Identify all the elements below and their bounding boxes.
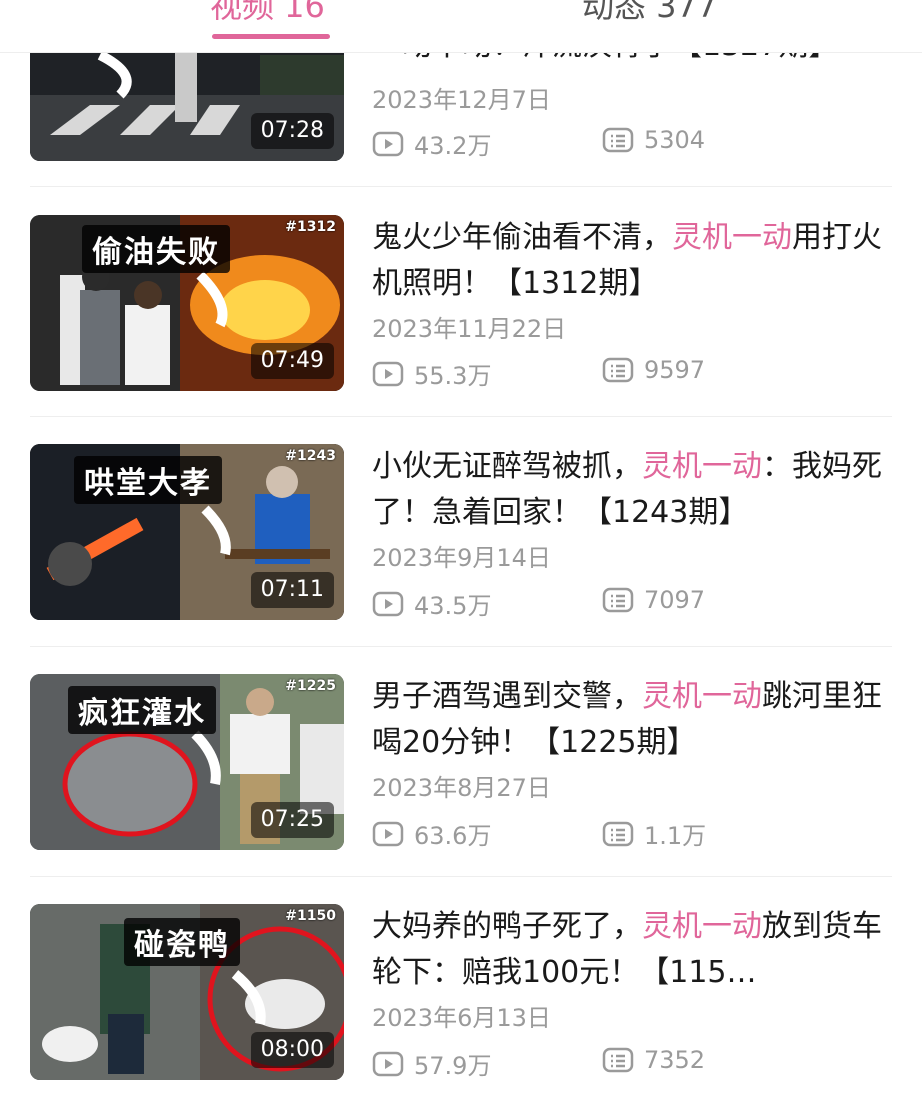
play-icon: [372, 131, 404, 156]
play-count: 55.3万: [372, 356, 491, 391]
play-count-value: 43.2万: [414, 132, 492, 160]
video-item[interactable]: 疯狂灌水 #1225 07:25 男子酒驾遇到交警，灵机一动跳河里狂喝20分钟！…: [0, 674, 922, 850]
play-icon: [372, 1051, 404, 1076]
comment-count-value: 7097: [644, 586, 706, 614]
title-text: 男子酒驾遇到交警，: [372, 679, 642, 714]
play-count: 43.2万: [372, 126, 491, 161]
play-icon: [372, 591, 404, 616]
play-icon: [372, 361, 404, 386]
video-list: 07:28 一动不动！汗流浃背了【1327期】 2023年12月7日 43.2万: [0, 0, 922, 1096]
comment-count-value: 5304: [644, 126, 706, 154]
play-count: 57.9万: [372, 1046, 491, 1081]
divider: [30, 646, 892, 647]
episode-tag: #1243: [285, 448, 336, 464]
divider: [30, 186, 892, 187]
title-keyword-highlight: 灵机一动: [642, 909, 762, 944]
thumbnail-caption: 疯狂灌水: [68, 686, 216, 734]
danmaku-icon: [602, 587, 634, 613]
divider: [30, 876, 892, 877]
video-title[interactable]: 大妈养的鸭子死了，灵机一动放到货车轮下：赔我100元！【115…: [372, 904, 884, 996]
comment-count: 9597: [602, 356, 705, 384]
video-date: 2023年6月13日: [372, 1004, 551, 1032]
comment-count: 5304: [602, 126, 705, 154]
danmaku-icon: [602, 357, 634, 383]
thumbnail-caption: 偷油失败: [82, 225, 230, 273]
thumbnail-caption: 碰瓷鸭: [124, 918, 240, 966]
video-title[interactable]: 鬼火少年偷油看不清，灵机一动用打火机照明！【1312期】: [372, 215, 884, 307]
comment-count: 7097: [602, 586, 705, 614]
divider: [30, 416, 892, 417]
danmaku-icon: [602, 1047, 634, 1073]
title-text: 鬼火少年偷油看不清，: [372, 220, 672, 255]
comment-count: 7352: [602, 1046, 705, 1074]
episode-tag: #1312: [285, 219, 336, 235]
video-duration: 07:49: [250, 343, 334, 379]
title-text: 小伙无证醉驾被抓，: [372, 449, 642, 484]
play-count-value: 43.5万: [414, 592, 492, 620]
video-item[interactable]: 哄堂大孝 #1243 07:11 小伙无证醉驾被抓，灵机一动：我妈死了！急着回家…: [0, 444, 922, 620]
play-count-value: 57.9万: [414, 1052, 492, 1080]
episode-tag: #1225: [285, 678, 336, 694]
comment-count-value: 9597: [644, 356, 706, 384]
active-tab-indicator: [212, 34, 330, 39]
play-icon: [372, 821, 404, 846]
tab-videos[interactable]: 视频 16: [210, 0, 325, 26]
video-thumbnail[interactable]: 哄堂大孝 #1243 07:11: [30, 444, 344, 620]
video-duration: 07:11: [250, 572, 334, 608]
comment-count-value: 1.1万: [644, 822, 707, 850]
episode-tag: #1150: [285, 908, 336, 924]
title-keyword-highlight: 灵机一动: [672, 220, 792, 255]
play-count-value: 55.3万: [414, 362, 492, 390]
video-title[interactable]: 男子酒驾遇到交警，灵机一动跳河里狂喝20分钟！【1225期】: [372, 674, 884, 766]
play-count: 43.5万: [372, 586, 491, 621]
video-date: 2023年12月7日: [372, 86, 551, 114]
title-keyword-highlight: 灵机一动: [642, 449, 762, 484]
video-thumbnail[interactable]: 碰瓷鸭 #1150 08:00: [30, 904, 344, 1080]
video-date: 2023年11月22日: [372, 315, 567, 343]
video-duration: 08:00: [250, 1032, 334, 1068]
comment-count: 1.1万: [602, 816, 706, 851]
tab-posts[interactable]: 动态 377: [582, 0, 717, 26]
video-title[interactable]: 小伙无证醉驾被抓，灵机一动：我妈死了！急着回家！【1243期】: [372, 444, 884, 536]
title-text: 大妈养的鸭子死了，: [372, 909, 642, 944]
video-item[interactable]: 偷油失败 #1312 07:49 鬼火少年偷油看不清，灵机一动用打火机照明！【1…: [0, 215, 922, 391]
thumbnail-caption: 哄堂大孝: [74, 456, 222, 504]
danmaku-icon: [602, 127, 634, 153]
tab-bar: 视频 16 动态 377: [0, 0, 922, 53]
video-date: 2023年8月27日: [372, 774, 551, 802]
video-thumbnail[interactable]: 偷油失败 #1312 07:49: [30, 215, 344, 391]
play-count: 63.6万: [372, 816, 491, 851]
video-thumbnail[interactable]: 疯狂灌水 #1225 07:25: [30, 674, 344, 850]
play-count-value: 63.6万: [414, 822, 492, 850]
video-duration: 07:25: [250, 802, 334, 838]
comment-count-value: 7352: [644, 1046, 706, 1074]
video-date: 2023年9月14日: [372, 544, 551, 572]
video-item[interactable]: 碰瓷鸭 #1150 08:00 大妈养的鸭子死了，灵机一动放到货车轮下：赔我10…: [0, 904, 922, 1080]
title-keyword-highlight: 灵机一动: [642, 679, 762, 714]
video-duration: 07:28: [250, 113, 334, 149]
danmaku-icon: [602, 821, 634, 846]
